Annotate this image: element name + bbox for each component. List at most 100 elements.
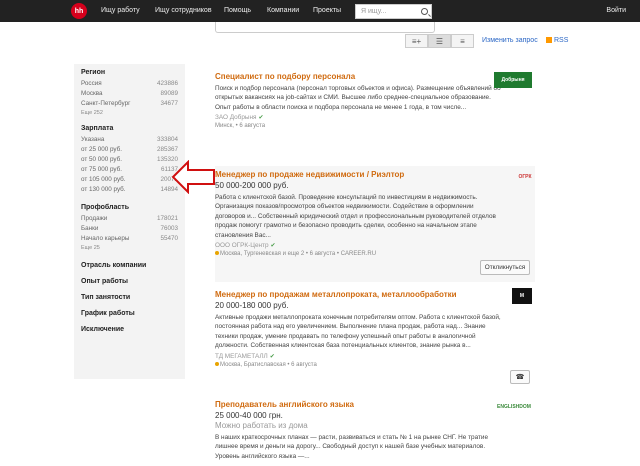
search-input[interactable]: Я ищу... bbox=[355, 4, 432, 19]
logo-text: ENGLISHDOM bbox=[497, 404, 531, 410]
logo-text: Добрыня bbox=[501, 77, 525, 83]
vacancy-company[interactable]: ЗАО Добрыня ✔ bbox=[215, 114, 535, 121]
view-full-button[interactable]: ☰ bbox=[428, 34, 451, 48]
rss-link[interactable]: RSS bbox=[546, 37, 568, 44]
nav-employee-search[interactable]: Ищу сотрудников bbox=[155, 7, 212, 14]
vacancy-meta: Минск, • 6 августа bbox=[215, 123, 266, 130]
meta-text: Москва, Братиславская • 6 августа bbox=[220, 361, 317, 368]
logo-text: М bbox=[519, 293, 525, 299]
vacancy-salary: 20 000-180 000 руб. bbox=[215, 301, 289, 310]
add-filter-button[interactable]: ≡+ bbox=[405, 34, 428, 48]
filter-item[interactable]: Продажи 178021 bbox=[81, 214, 178, 224]
filter-profarea-more[interactable]: Еще 25 bbox=[81, 245, 178, 251]
filter-count: 55470 bbox=[160, 235, 178, 242]
filter-count: 76003 bbox=[160, 225, 178, 232]
filters-sidebar: Регион Россия 423886 Москва 89089 Санкт-Пе… bbox=[74, 64, 185, 379]
filter-label: от 50 000 руб. bbox=[81, 156, 123, 163]
company-logo-ogrk[interactable]: ОГРК bbox=[518, 170, 532, 184]
filter-schedule-link[interactable]: График работы bbox=[81, 310, 178, 317]
vacancy-title-link[interactable]: Преподаватель английского языка bbox=[215, 400, 535, 409]
filter-item[interactable]: Указана 333804 bbox=[81, 135, 178, 145]
filter-label: Банки bbox=[81, 225, 99, 232]
search-bar-dropdown[interactable] bbox=[215, 22, 435, 33]
vacancy-salary: 25 000-40 000 грн. bbox=[215, 411, 283, 420]
list-add-icon: ≡+ bbox=[411, 36, 422, 46]
verified-check-icon: ✔ bbox=[269, 353, 275, 360]
filter-item[interactable]: Начало карьеры 55470 bbox=[81, 234, 178, 244]
phone-icon: ☎ bbox=[515, 374, 525, 381]
filter-label: Начало карьеры bbox=[81, 235, 130, 242]
metro-icon bbox=[215, 361, 219, 366]
filter-label: от 25 000 руб. bbox=[81, 146, 123, 153]
vacancy-card: Специалист по подбору персонала Поиск и … bbox=[215, 72, 535, 129]
filter-salary-title: Зарплата bbox=[81, 125, 114, 132]
filter-item[interactable]: от 105 000 руб. 20072 bbox=[81, 175, 178, 185]
nav-job-search[interactable]: Ищу работу bbox=[101, 7, 140, 14]
vacancy-title-link[interactable]: Менеджер по продаже недвижимости / Риэлт… bbox=[215, 170, 535, 179]
filter-region-title: Регион bbox=[81, 69, 106, 76]
nav-help[interactable]: Помощь bbox=[224, 7, 251, 14]
company-name: ТД МЕГАМЕТАЛЛ bbox=[215, 352, 268, 360]
vacancy-remote-note: Можно работать из дома bbox=[215, 421, 308, 430]
filter-label: от 105 000 руб. bbox=[81, 176, 126, 183]
filter-label: от 75 000 руб. bbox=[81, 166, 123, 173]
verified-check-icon: ✔ bbox=[270, 243, 276, 250]
filter-item[interactable]: от 25 000 руб. 285367 bbox=[81, 145, 178, 155]
view-compact-button[interactable]: ≡ bbox=[451, 34, 474, 48]
phone-button[interactable]: ☎ bbox=[510, 370, 530, 384]
metro-icon bbox=[215, 251, 219, 256]
filter-label: от 130 000 руб. bbox=[81, 186, 126, 193]
change-query-link[interactable]: Изменить запрос bbox=[482, 37, 538, 44]
company-logo-englishdom[interactable]: ENGLISHDOM bbox=[496, 401, 532, 413]
filter-item[interactable]: от 130 000 руб. 14894 bbox=[81, 185, 178, 195]
vacancy-description: Активные продажи металлопроката конечным… bbox=[215, 314, 501, 350]
filter-label: Россия bbox=[81, 80, 102, 87]
filter-item[interactable]: Санкт-Петербург 34677 bbox=[81, 99, 178, 109]
filter-label: Указана bbox=[81, 136, 105, 143]
filter-employment-link[interactable]: Тип занятости bbox=[81, 294, 178, 301]
filter-experience-link[interactable]: Опыт работы bbox=[81, 278, 178, 285]
filter-label: Москва bbox=[81, 90, 103, 97]
vacancy-card-highlighted: Менеджер по продаже недвижимости / Риэлт… bbox=[215, 166, 535, 282]
filter-item[interactable]: Россия 423886 bbox=[81, 79, 178, 89]
vacancy-company[interactable]: ООО ОГРК-Центр ✔ bbox=[215, 242, 535, 249]
company-name: ЗАО Добрыня bbox=[215, 114, 257, 122]
meta-text: Москва, Тургеневская и еще 2 • 6 августа… bbox=[220, 251, 377, 258]
list-compact-icon: ≡ bbox=[460, 36, 465, 46]
nav-projects[interactable]: Проекты bbox=[313, 7, 341, 14]
verified-check-icon: ✔ bbox=[258, 115, 264, 122]
vacancy-card: Менеджер по продажам металлопроката, мет… bbox=[215, 290, 535, 384]
vacancy-company[interactable]: ТД МЕГАМЕТАЛЛ ✔ bbox=[215, 353, 535, 360]
hh-logo[interactable]: hh bbox=[71, 3, 87, 19]
vacancy-description: В наших краткосрочных планах — расти, ра… bbox=[215, 434, 489, 460]
vacancy-description: Работа с клиентской базой. Проведение ко… bbox=[215, 194, 496, 239]
filter-item[interactable]: Москва 89089 bbox=[81, 89, 178, 99]
rss-icon bbox=[546, 37, 552, 43]
filter-exclusion-link[interactable]: Исключение bbox=[81, 326, 178, 333]
nav-companies[interactable]: Компании bbox=[267, 7, 299, 14]
vacancy-card: Преподаватель английского языка 25 000-4… bbox=[215, 400, 535, 461]
vacancy-title-link[interactable]: Менеджер по продажам металлопроката, мет… bbox=[215, 290, 535, 299]
search-icon[interactable] bbox=[421, 8, 428, 15]
login-link[interactable]: Войти bbox=[606, 7, 626, 14]
filter-count: 333804 bbox=[156, 136, 178, 143]
filter-profarea-title: Профобласть bbox=[81, 204, 130, 211]
respond-button[interactable]: Откликнуться bbox=[480, 260, 530, 275]
company-logo-dobrynya[interactable]: Добрыня bbox=[494, 72, 532, 88]
filter-count: 178021 bbox=[156, 215, 178, 222]
vacancy-title-link[interactable]: Специалист по подбору персонала bbox=[215, 72, 535, 81]
filter-industry-link[interactable]: Отрасль компании bbox=[81, 262, 178, 269]
filter-item[interactable]: от 50 000 руб. 135320 bbox=[81, 155, 178, 165]
red-arrow-annotation bbox=[172, 160, 215, 194]
filter-region-more[interactable]: Еще 252 bbox=[81, 110, 178, 116]
filter-item[interactable]: от 75 000 руб. 61137 bbox=[81, 165, 178, 175]
logo-text: ОГРК bbox=[518, 174, 532, 180]
company-logo-megametall[interactable]: М bbox=[512, 288, 532, 304]
top-navigation-bar: hh Ищу работу Ищу сотрудников Помощь Ком… bbox=[0, 0, 640, 22]
rss-label: RSS bbox=[554, 37, 569, 44]
company-name: ООО ОГРК-Центр bbox=[215, 242, 269, 250]
filter-item[interactable]: Банки 76003 bbox=[81, 224, 178, 234]
vacancy-meta: Москва, Тургеневская и еще 2 • 6 августа… bbox=[215, 251, 535, 257]
filter-count: 89089 bbox=[160, 90, 178, 97]
vacancy-salary: 50 000-200 000 руб. bbox=[215, 181, 289, 190]
